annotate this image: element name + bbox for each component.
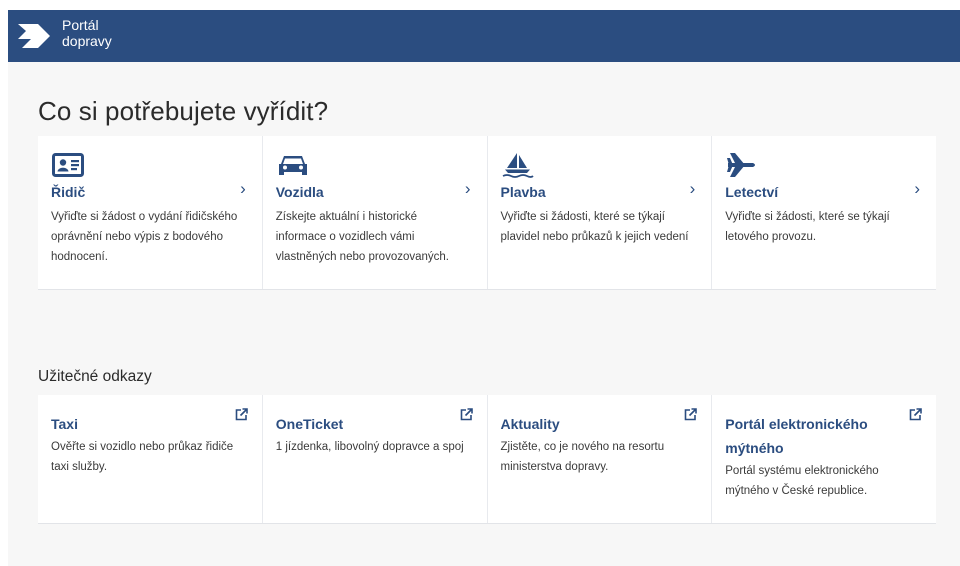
link-card-title: Aktuality <box>500 416 560 432</box>
service-card-title: Letectví <box>725 184 779 200</box>
chevron-right-icon: › <box>240 179 246 198</box>
service-card-title: Vozidla <box>275 184 324 200</box>
external-link-icon <box>909 408 922 421</box>
link-card-description: 1 jízdenka, libovolný dopravce a spoj <box>275 441 464 453</box>
link-card-oneticket[interactable]: OneTicket 1 jízdenka, libovolný dopravce… <box>263 395 488 523</box>
chevron-right-icon: › <box>464 179 471 198</box>
chevron-right-icon: › <box>689 179 696 198</box>
service-cards: Řidič › Vyřiďte si žádost o vydání řidič… <box>38 136 936 290</box>
logo-line-1: Portál <box>62 17 99 33</box>
link-card-taxi[interactable]: Taxi Ověřte si vozidlo nebo průkaz řidič… <box>38 395 263 523</box>
service-card-letectvi[interactable]: Letectví › Vyřiďte si žádosti, které se … <box>712 136 936 289</box>
car-icon <box>278 156 307 175</box>
useful-links-heading: Užitečné odkazy <box>38 368 152 385</box>
site-header: Portál dopravy <box>8 10 960 62</box>
service-card-title: Řidič <box>51 184 86 200</box>
page: Portál dopravy Co si potřebujete vyřídit… <box>8 10 960 566</box>
service-card-plavba[interactable]: Plavba › Vyřiďte si žádosti, které se tý… <box>488 136 713 289</box>
chevron-right-icon: › <box>914 179 920 198</box>
sailboat-icon <box>502 153 534 178</box>
service-card-description: Vyřiďte si žádost o vydání řidičského op… <box>51 211 238 263</box>
link-card-description: Zjistěte, co je nového na resortu minist… <box>500 441 665 473</box>
link-card-myto[interactable]: Portál elektronického mýtného Portál sys… <box>712 395 936 523</box>
service-card-vozidla[interactable]: Vozidla › Získejte aktuální i historické… <box>263 136 488 289</box>
service-card-ridic[interactable]: Řidič › Vyřiďte si žádost o vydání řidič… <box>38 136 263 289</box>
link-card-aktuality[interactable]: Aktuality Zjistěte, co je nového na reso… <box>488 395 713 523</box>
link-card-title: OneTicket <box>275 416 344 432</box>
external-link-icon <box>684 408 698 421</box>
service-card-title: Plavba <box>500 184 546 200</box>
useful-link-cards: Taxi Ověřte si vozidlo nebo průkaz řidič… <box>38 395 936 524</box>
service-card-description: Vyřiďte si žádosti, které se týkají leto… <box>725 211 890 243</box>
service-card-description: Vyřiďte si žádosti, které se týkají plav… <box>500 211 689 243</box>
airplane-icon <box>727 153 756 177</box>
link-card-title: Taxi <box>51 416 78 432</box>
logo-icon[interactable] <box>17 23 51 49</box>
logo-line-2: dopravy <box>62 33 112 49</box>
service-card-description: Získejte aktuální i historické informace… <box>275 211 449 263</box>
logo-text[interactable]: Portál dopravy <box>62 17 112 49</box>
external-link-icon <box>460 408 473 421</box>
page-title: Co si potřebujete vyřídit? <box>38 96 329 126</box>
link-card-description: Ověřte si vozidlo nebo průkaz řidiče tax… <box>51 441 234 473</box>
link-card-description: Portál systému elektronického mýtného v … <box>725 465 879 497</box>
external-link-icon <box>235 408 248 421</box>
id-card-icon <box>52 153 84 177</box>
link-card-title: Portál elektronického mýtného <box>725 416 868 456</box>
